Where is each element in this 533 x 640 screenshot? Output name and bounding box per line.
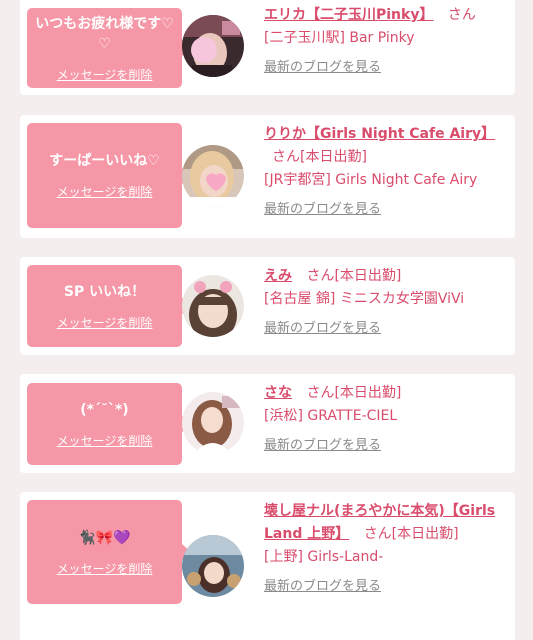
- sender-suffix: さん[本日出勤]: [363, 526, 459, 542]
- sender-suffix: さん[本日出勤]: [306, 268, 402, 284]
- avatar[interactable]: [182, 535, 244, 597]
- sender-info: りりか【Girls Night Cafe Airy】 さん[本日出勤] [JR宇…: [264, 123, 504, 221]
- message-text: 🐈‍⬛🎀💜: [78, 529, 131, 546]
- shop-label: [名古屋 錦] ミニスカ女学園ViVi: [264, 291, 465, 307]
- latest-blog-link[interactable]: 最新のブログを見る: [264, 317, 381, 340]
- sender-name-link[interactable]: えみ: [264, 268, 292, 284]
- shop-label: [上野] Girls-Land-: [264, 549, 384, 565]
- avatar-photo-icon: [182, 275, 244, 337]
- message-bubble: SP いいね！ メッセージを削除: [27, 265, 191, 347]
- messages-page: { "delete_label": "メッセージを削除", "blog_labe…: [0, 0, 533, 640]
- latest-blog-link[interactable]: 最新のブログを見る: [264, 56, 381, 79]
- sender-suffix: さん[本日出勤]: [306, 385, 402, 401]
- shop-label: [浜松] GRATTE-CIEL: [264, 408, 398, 424]
- avatar-photo-icon: [182, 15, 244, 77]
- shop-label: [JR宇都宮] Girls Night Cafe Airy: [264, 172, 478, 188]
- latest-blog-link[interactable]: 最新のブログを見る: [264, 198, 381, 221]
- avatar[interactable]: [182, 15, 244, 77]
- delete-message-link[interactable]: メッセージを削除: [57, 560, 153, 577]
- avatar-photo-icon: [182, 392, 244, 454]
- message-text: SP いいね！: [63, 283, 146, 300]
- message-bubble: 🐈‍⬛🎀💜 メッセージを削除: [27, 500, 191, 604]
- sender-name-link[interactable]: エリカ【二子玉川Pinky】: [264, 7, 433, 23]
- sender-name-link[interactable]: りりか【Girls Night Cafe Airy】: [264, 126, 495, 142]
- delete-message-link[interactable]: メッセージを削除: [57, 314, 153, 331]
- message-card: (*´˘`*) メッセージを削除 さな さん[本日出勤] [浜松] GRATTE…: [20, 374, 515, 473]
- avatar[interactable]: [182, 392, 244, 454]
- message-bubble: いつもお疲れ様です♡♡ メッセージを削除: [27, 8, 191, 88]
- message-bubble: すーぱーいいね♡ メッセージを削除: [27, 123, 191, 228]
- message-text: いつもお疲れ様です♡♡: [35, 15, 174, 52]
- avatar[interactable]: [182, 275, 244, 337]
- sender-name-link[interactable]: さな: [264, 385, 292, 401]
- message-bubble: (*´˘`*) メッセージを削除: [27, 383, 191, 465]
- latest-blog-link[interactable]: 最新のブログを見る: [264, 575, 381, 598]
- sender-suffix: さん[本日出勤]: [272, 149, 367, 165]
- message-card: SP いいね！ メッセージを削除 えみ さん[本日出勤] [名古屋 錦] ミニス…: [20, 257, 515, 355]
- message-card: すーぱーいいね♡ メッセージを削除 りりか【Girls Night Cafe A…: [20, 115, 515, 238]
- delete-message-link[interactable]: メッセージを削除: [57, 432, 153, 449]
- message-card: 🐈‍⬛🎀💜 メッセージを削除 壊し屋ナル(まろやかに本気)【Girls Land…: [20, 492, 515, 640]
- avatar-photo-icon: [182, 535, 244, 597]
- sender-info: えみ さん[本日出勤] [名古屋 錦] ミニスカ女学園ViVi 最新のブログを見…: [264, 265, 504, 340]
- avatar-photo-icon: [182, 145, 244, 207]
- delete-message-link[interactable]: メッセージを削除: [57, 183, 153, 200]
- delete-message-link[interactable]: メッセージを削除: [57, 66, 153, 83]
- avatar[interactable]: [182, 145, 244, 207]
- shop-label: [二子玉川駅] Bar Pinky: [264, 30, 415, 46]
- message-text: (*´˘`*): [80, 401, 129, 418]
- sender-info: さな さん[本日出勤] [浜松] GRATTE-CIEL 最新のブログを見る: [264, 382, 504, 457]
- latest-blog-link[interactable]: 最新のブログを見る: [264, 434, 381, 457]
- sender-suffix: さん: [447, 7, 476, 23]
- sender-info: 壊し屋ナル(まろやかに本気)【Girls Land 上野】 さん[本日出勤] […: [264, 500, 504, 598]
- message-text: すーぱーいいね♡: [49, 153, 160, 169]
- sender-info: エリカ【二子玉川Pinky】 さん [二子玉川駅] Bar Pinky 最新のブ…: [264, 4, 504, 79]
- message-card: いつもお疲れ様です♡♡ メッセージを削除 エリカ【二子玉川Pinky】 さん […: [20, 0, 515, 95]
